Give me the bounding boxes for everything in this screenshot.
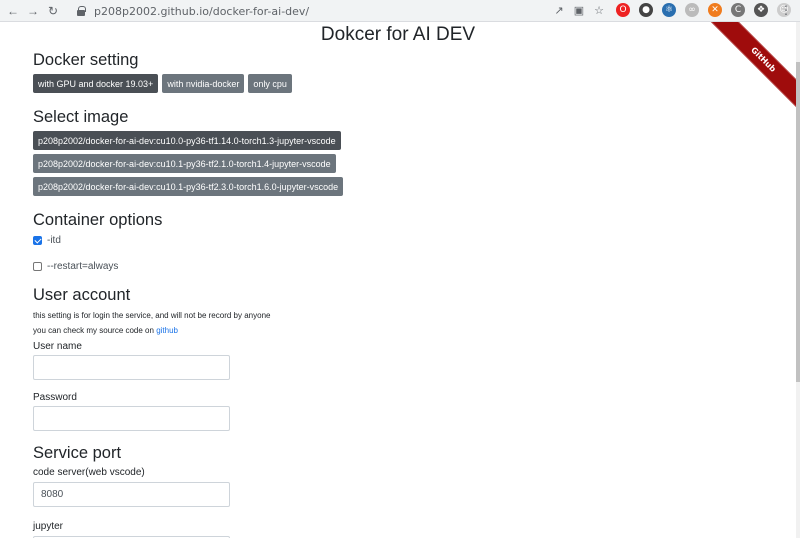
block-extension-icon[interactable]: ✕: [708, 3, 722, 17]
back-icon[interactable]: ←: [6, 4, 20, 18]
username-label: User name: [33, 341, 82, 352]
restart-always-checkbox[interactable]: [33, 261, 42, 271]
image-button-tf1-14[interactable]: p208p2002/docker-for-ai-dev:cu10.0-py36-…: [33, 131, 341, 150]
github-link[interactable]: github: [156, 326, 178, 335]
forward-icon[interactable]: →: [26, 4, 40, 18]
c-extension-icon[interactable]: C: [731, 3, 745, 17]
service-port-heading: Service port: [33, 444, 122, 462]
option-restart-always[interactable]: --restart=always: [33, 259, 733, 273]
main-content: Docker setting with GPU and docker 19.03…: [33, 50, 733, 538]
opera-extension-icon[interactable]: O: [616, 3, 630, 17]
jupyter-label: jupyter: [33, 521, 64, 532]
docker-setting-buttons: with GPU and docker 19.03+ with nvidia-d…: [33, 74, 733, 93]
bookmark-star-icon[interactable]: ☆: [594, 4, 604, 17]
puzzle-icon[interactable]: ❖: [754, 3, 768, 17]
extension-icon[interactable]: ∞: [685, 3, 699, 17]
lock-icon[interactable]: [76, 6, 86, 16]
browser-menu-icon[interactable]: ⋮: [780, 3, 792, 17]
option-itd[interactable]: -itd: [33, 233, 733, 247]
gpu-docker-1903-button[interactable]: with GPU and docker 19.03+: [33, 74, 159, 93]
docker-setting-heading: Docker setting: [33, 51, 139, 69]
image-button-tf2-3[interactable]: p208p2002/docker-for-ai-dev:cu10.1-py36-…: [33, 177, 344, 196]
scrollbar-thumb[interactable]: [796, 62, 800, 382]
github-ribbon-container: GitHub: [700, 22, 800, 122]
code-server-port-input[interactable]: 8080: [33, 482, 230, 507]
url-text[interactable]: p208p2002.github.io/docker-for-ai-dev/: [94, 5, 309, 18]
page-title: Dokcer for AI DEV: [320, 24, 476, 45]
image-list: p208p2002/docker-for-ai-dev:cu10.0-py36-…: [33, 131, 733, 196]
record-extension-icon[interactable]: ●: [639, 3, 653, 17]
container-options-heading: Container options: [33, 211, 163, 229]
translate-icon[interactable]: ▣: [574, 4, 584, 17]
page-content: Dokcer for AI DEV Docker setting with GP…: [0, 22, 800, 538]
source-code-note: you can check my source code on github: [33, 323, 733, 338]
reload-icon[interactable]: ↻: [46, 4, 60, 18]
password-label: Password: [33, 392, 77, 403]
page-scrollbar[interactable]: [796, 22, 800, 538]
username-input[interactable]: [33, 355, 230, 380]
itd-checkbox[interactable]: [33, 235, 42, 245]
image-button-tf2-1[interactable]: p208p2002/docker-for-ai-dev:cu10.1-py36-…: [33, 154, 336, 173]
select-image-heading: Select image: [33, 108, 129, 126]
restart-always-label: --restart=always: [47, 260, 119, 272]
code-server-label: code server(web vscode): [33, 467, 145, 478]
only-cpu-button[interactable]: only cpu: [248, 74, 292, 93]
itd-label: -itd: [47, 234, 61, 246]
react-devtools-icon[interactable]: ⚛: [662, 3, 676, 17]
password-input[interactable]: [33, 406, 230, 431]
share-icon[interactable]: ↗: [555, 4, 564, 17]
user-account-heading: User account: [33, 286, 131, 304]
nvidia-docker-button[interactable]: with nvidia-docker: [162, 74, 245, 93]
source-code-note-text: you can check my source code on: [33, 326, 154, 335]
user-account-note: this setting is for login the service, a…: [33, 311, 271, 320]
github-ribbon[interactable]: GitHub: [702, 22, 800, 121]
address-bar[interactable]: p208p2002.github.io/docker-for-ai-dev/ ↗…: [70, 2, 610, 20]
browser-toolbar: ← → ↻ p208p2002.github.io/docker-for-ai-…: [0, 0, 800, 22]
